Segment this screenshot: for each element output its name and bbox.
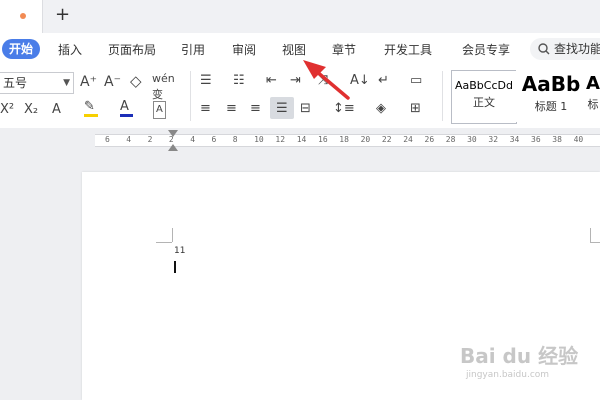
watermark-brand: Bai du 经验 [460, 344, 579, 368]
watermark-url: jingyan.baidu.com [466, 370, 550, 380]
baidu-watermark: Bai du 经验 jingyan.baidu.com [460, 340, 579, 380]
